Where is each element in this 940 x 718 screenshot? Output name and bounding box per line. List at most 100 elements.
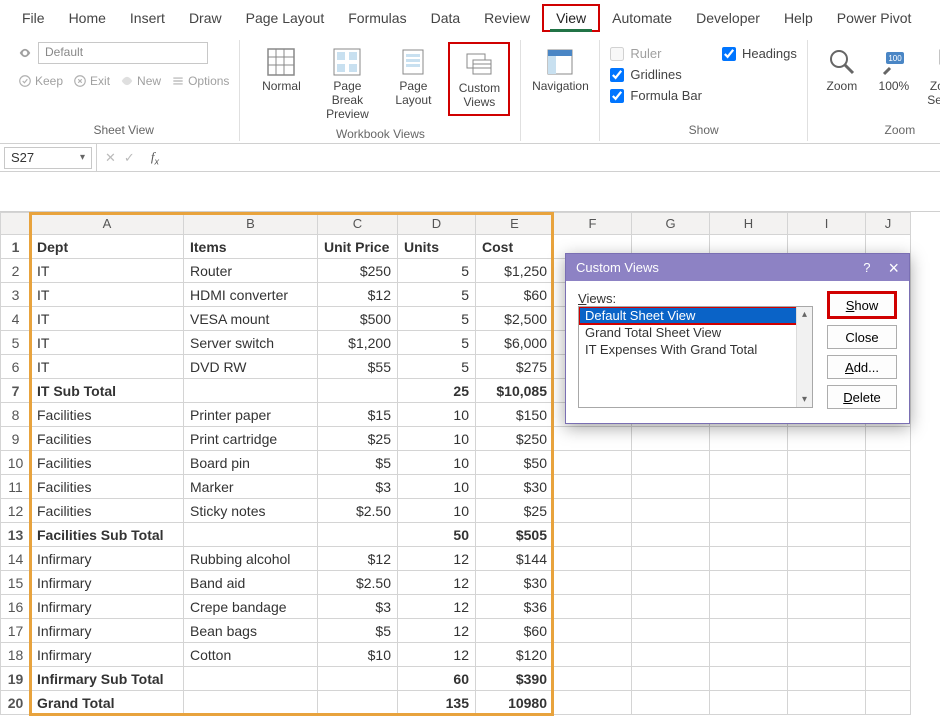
zoom-100-button[interactable]: 100 100% — [870, 42, 918, 98]
cell[interactable]: Band aid — [184, 571, 318, 595]
row-header[interactable]: 12 — [1, 499, 31, 523]
menu-insert[interactable]: Insert — [118, 6, 177, 30]
col-header-F[interactable]: F — [554, 213, 632, 235]
cell[interactable] — [554, 595, 632, 619]
select-all-corner[interactable] — [1, 213, 31, 235]
cell[interactable]: $25 — [476, 499, 554, 523]
row-header[interactable]: 13 — [1, 523, 31, 547]
cell[interactable] — [866, 451, 911, 475]
menu-developer[interactable]: Developer — [684, 6, 772, 30]
cell[interactable] — [554, 571, 632, 595]
cell[interactable] — [184, 667, 318, 691]
cell[interactable] — [554, 547, 632, 571]
cell[interactable] — [866, 475, 911, 499]
cell[interactable]: $30 — [476, 475, 554, 499]
cell[interactable]: $15 — [318, 403, 398, 427]
cell[interactable]: Dept — [31, 235, 184, 259]
cell[interactable] — [866, 523, 911, 547]
cell[interactable] — [184, 379, 318, 403]
row-header[interactable]: 1 — [1, 235, 31, 259]
cell[interactable]: Facilities Sub Total — [31, 523, 184, 547]
cell[interactable]: 5 — [398, 283, 476, 307]
cell[interactable]: Facilities — [31, 403, 184, 427]
page-layout-button[interactable]: Page Layout — [382, 42, 444, 112]
cell[interactable]: 10 — [398, 403, 476, 427]
cell[interactable] — [866, 667, 911, 691]
row-header[interactable]: 4 — [1, 307, 31, 331]
cell[interactable]: Items — [184, 235, 318, 259]
cell[interactable]: $5 — [318, 451, 398, 475]
cell[interactable]: IT — [31, 259, 184, 283]
ruler-checkbox[interactable]: Ruler — [610, 46, 702, 61]
row-header[interactable]: 16 — [1, 595, 31, 619]
cell[interactable]: $25 — [318, 427, 398, 451]
row-header[interactable]: 6 — [1, 355, 31, 379]
cell[interactable]: DVD RW — [184, 355, 318, 379]
cell[interactable] — [788, 595, 866, 619]
row-header[interactable]: 8 — [1, 403, 31, 427]
cell[interactable]: Infirmary — [31, 595, 184, 619]
menu-formulas[interactable]: Formulas — [336, 6, 418, 30]
cell[interactable] — [710, 595, 788, 619]
cell[interactable] — [632, 547, 710, 571]
cell[interactable]: 12 — [398, 571, 476, 595]
cell[interactable]: $3 — [318, 595, 398, 619]
cell[interactable]: VESA mount — [184, 307, 318, 331]
page-break-button[interactable]: Page Break Preview — [316, 42, 378, 125]
cell[interactable] — [710, 619, 788, 643]
cell[interactable] — [554, 619, 632, 643]
cell[interactable] — [710, 523, 788, 547]
cell[interactable]: $60 — [476, 283, 554, 307]
cell[interactable]: $390 — [476, 667, 554, 691]
col-header-J[interactable]: J — [866, 213, 911, 235]
menu-help[interactable]: Help — [772, 6, 825, 30]
cell[interactable] — [866, 619, 911, 643]
cell[interactable]: $5 — [318, 619, 398, 643]
cell[interactable] — [788, 619, 866, 643]
row-header[interactable]: 15 — [1, 571, 31, 595]
cell[interactable]: $60 — [476, 619, 554, 643]
cell[interactable]: 5 — [398, 331, 476, 355]
cell[interactable] — [554, 523, 632, 547]
cell[interactable]: IT — [31, 331, 184, 355]
cell[interactable] — [866, 427, 911, 451]
cell[interactable]: IT — [31, 355, 184, 379]
cell[interactable]: Cotton — [184, 643, 318, 667]
cell[interactable] — [632, 595, 710, 619]
cell[interactable]: 12 — [398, 643, 476, 667]
cell[interactable]: Infirmary — [31, 547, 184, 571]
cell[interactable]: 10 — [398, 475, 476, 499]
row-header[interactable]: 14 — [1, 547, 31, 571]
cell[interactable] — [632, 619, 710, 643]
cell[interactable]: Rubbing alcohol — [184, 547, 318, 571]
cell[interactable] — [710, 499, 788, 523]
menu-page-layout[interactable]: Page Layout — [234, 6, 337, 30]
cell[interactable]: $50 — [476, 451, 554, 475]
enter-formula-icon[interactable]: ✓ — [124, 150, 135, 166]
row-header[interactable]: 18 — [1, 643, 31, 667]
dialog-close-button[interactable]: × — [888, 262, 899, 274]
cell[interactable]: 10 — [398, 499, 476, 523]
cell[interactable]: $30 — [476, 571, 554, 595]
cell[interactable]: HDMI converter — [184, 283, 318, 307]
cell[interactable]: $12 — [318, 547, 398, 571]
add-button[interactable]: Add... — [827, 355, 897, 379]
col-header-D[interactable]: D — [398, 213, 476, 235]
menu-view[interactable]: View — [542, 4, 600, 32]
cell[interactable]: 5 — [398, 259, 476, 283]
cell[interactable]: Facilities — [31, 451, 184, 475]
cell[interactable]: $144 — [476, 547, 554, 571]
cell[interactable]: $10,085 — [476, 379, 554, 403]
cell[interactable]: $10 — [318, 643, 398, 667]
cell[interactable] — [788, 523, 866, 547]
cell[interactable] — [554, 499, 632, 523]
dialog-help-button[interactable]: ? — [863, 260, 870, 275]
cell[interactable] — [632, 667, 710, 691]
cell[interactable]: $1,250 — [476, 259, 554, 283]
col-header-B[interactable]: B — [184, 213, 318, 235]
cell[interactable]: 135 — [398, 691, 476, 715]
cell[interactable] — [866, 595, 911, 619]
cell[interactable] — [710, 451, 788, 475]
cell[interactable]: 12 — [398, 619, 476, 643]
cell[interactable] — [866, 571, 911, 595]
